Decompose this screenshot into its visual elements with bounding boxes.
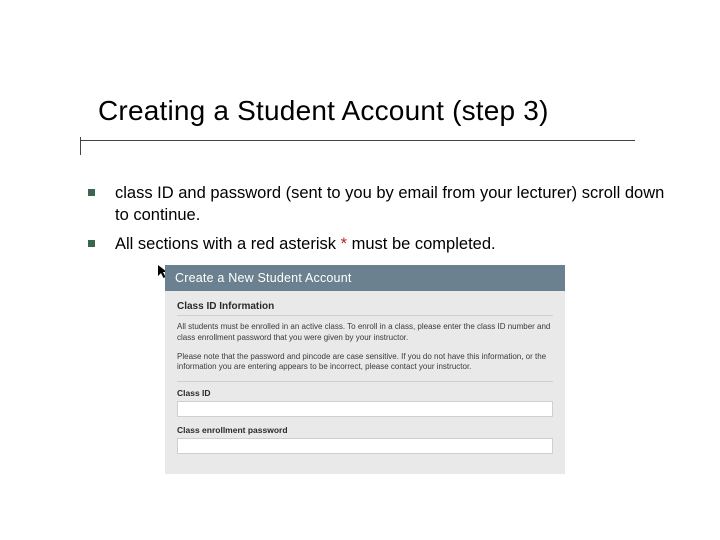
bullet-text: All sections with a red asterisk * must … [115,233,668,255]
paragraph: Please note that the password and pincod… [177,352,553,374]
embedded-screenshot: Create a New Student Account Class ID In… [165,265,565,474]
class-id-label: Class ID [177,388,553,398]
embedded-header: Create a New Student Account [165,265,565,291]
square-bullet-icon [88,240,95,247]
embedded-body: Class ID Information All students must b… [165,291,565,474]
enrollment-password-label: Class enrollment password [177,425,553,435]
bullet-text: class ID and password (sent to you by em… [115,182,668,227]
bullet-item: class ID and password (sent to you by em… [88,182,668,227]
divider [177,315,553,316]
bullet-item: All sections with a red asterisk * must … [88,233,668,255]
title-wrap: Creating a Student Account (step 3) [98,95,549,127]
class-id-input[interactable] [177,401,553,417]
title-underline [80,140,635,141]
enrollment-password-input[interactable] [177,438,553,454]
bullet-text-post: must be completed. [347,235,496,253]
section-heading: Class ID Information [177,301,553,312]
paragraph: All students must be enrolled in an acti… [177,322,553,344]
slide-title: Creating a Student Account (step 3) [98,95,549,127]
bullet-text-pre: All sections with a red asterisk [115,235,341,253]
title-tick [80,137,81,155]
slide: Creating a Student Account (step 3) clas… [0,0,720,540]
bullet-list: class ID and password (sent to you by em… [88,182,668,261]
square-bullet-icon [88,189,95,196]
divider [177,381,553,382]
